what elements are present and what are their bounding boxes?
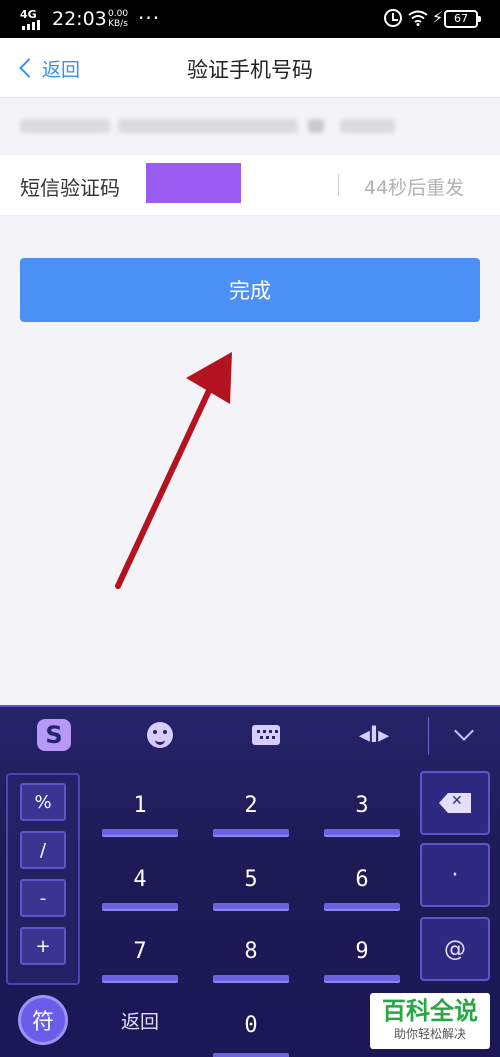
sogou-logo-button[interactable]: S xyxy=(34,717,74,753)
keyboard-icon xyxy=(252,725,280,745)
number-key-3[interactable]: 3 xyxy=(322,783,402,843)
key-digit: 6 xyxy=(355,867,369,892)
symbol-key-percent[interactable]: % xyxy=(20,783,66,821)
at-icon: @ xyxy=(444,936,466,962)
divider xyxy=(338,174,339,196)
symbol-panel: % / - + xyxy=(6,773,80,985)
alarm-icon xyxy=(384,9,402,27)
clock-time: 22:03 xyxy=(52,8,107,30)
key-digit: 3 xyxy=(355,793,369,818)
number-key-4[interactable]: 4 xyxy=(100,857,180,917)
symbol-key-slash[interactable]: / xyxy=(20,831,66,869)
delete-key[interactable] xyxy=(420,771,490,835)
key-digit: 1 xyxy=(133,793,147,818)
emoji-button[interactable] xyxy=(140,717,180,753)
key-digit: 5 xyxy=(244,867,258,892)
phone-number-row xyxy=(0,99,500,154)
page-title: 验证手机号码 xyxy=(187,58,313,82)
key-digit: 2 xyxy=(244,793,258,818)
blurred-text xyxy=(20,119,110,133)
watermark-title: 百科全说 xyxy=(382,997,478,1025)
resend-countdown: 44秒后重发 xyxy=(364,177,465,199)
key-digit: 4 xyxy=(133,867,147,892)
watermark-subtitle: 助你轻松解决 xyxy=(393,1027,466,1041)
number-key-8[interactable]: 8 xyxy=(211,929,291,989)
symbol-key-plus[interactable]: + xyxy=(20,927,66,965)
key-digit: 8 xyxy=(244,939,258,964)
key-digit: 9 xyxy=(355,939,369,964)
charging-icon: ⚡ xyxy=(432,8,444,27)
blurred-text xyxy=(118,119,298,133)
symbol-mode-key[interactable]: 符 xyxy=(18,995,68,1045)
battery-icon: 67 xyxy=(444,10,481,28)
collapse-keyboard-button[interactable] xyxy=(444,717,484,753)
status-bar: 4G 22:03 0.00 KB/s ··· ⚡ 67 xyxy=(0,0,500,38)
baike-watermark: 百科全说 助你轻松解决 xyxy=(370,993,490,1049)
sms-code-row: 短信验证码 44秒后重发 xyxy=(0,154,500,216)
emoji-icon xyxy=(147,722,173,748)
blurred-text xyxy=(308,119,324,133)
done-button[interactable]: 完成 xyxy=(20,258,480,322)
network-type: 4G xyxy=(20,8,37,21)
blurred-text xyxy=(340,119,395,133)
keyboard-switch-button[interactable] xyxy=(246,717,286,753)
symbol-key-minus[interactable]: - xyxy=(20,879,66,917)
keyboard-back-key[interactable]: 返回 xyxy=(100,1007,180,1034)
sms-code-label: 短信验证码 xyxy=(20,176,120,200)
chevron-down-icon xyxy=(454,721,474,741)
number-key-9[interactable]: 9 xyxy=(322,929,402,989)
more-notifications-icon: ··· xyxy=(138,6,161,30)
keyboard-toolbar: S ◂I▸ xyxy=(0,707,500,765)
number-key-6[interactable]: 6 xyxy=(322,857,402,917)
key-digit: 7 xyxy=(133,939,147,964)
sms-code-input[interactable] xyxy=(146,163,241,203)
backspace-icon xyxy=(439,793,471,813)
number-key-7[interactable]: 7 xyxy=(100,929,180,989)
speed-value: 0.00 xyxy=(108,9,129,19)
cursor-move-button[interactable]: ◂I▸ xyxy=(354,717,394,753)
at-key[interactable]: @ xyxy=(420,917,490,981)
key-digit: 0 xyxy=(244,1013,258,1038)
number-key-1[interactable]: 1 xyxy=(100,783,180,843)
nav-bar: 返回 验证手机号码 xyxy=(0,38,500,98)
toolbar-divider xyxy=(428,717,429,755)
sogou-logo-icon: S xyxy=(37,719,71,751)
number-key-5[interactable]: 5 xyxy=(211,857,291,917)
speed-unit: KB/s xyxy=(108,19,128,29)
signal-icon xyxy=(22,20,44,30)
done-button-label: 完成 xyxy=(229,279,271,303)
cursor-move-icon: ◂I▸ xyxy=(358,722,390,748)
number-key-0[interactable]: 0 xyxy=(211,1003,291,1057)
wifi-icon xyxy=(408,10,428,26)
network-speed: 0.00 KB/s xyxy=(108,9,128,29)
number-key-2[interactable]: 2 xyxy=(211,783,291,843)
dot-key[interactable]: · xyxy=(420,843,490,907)
